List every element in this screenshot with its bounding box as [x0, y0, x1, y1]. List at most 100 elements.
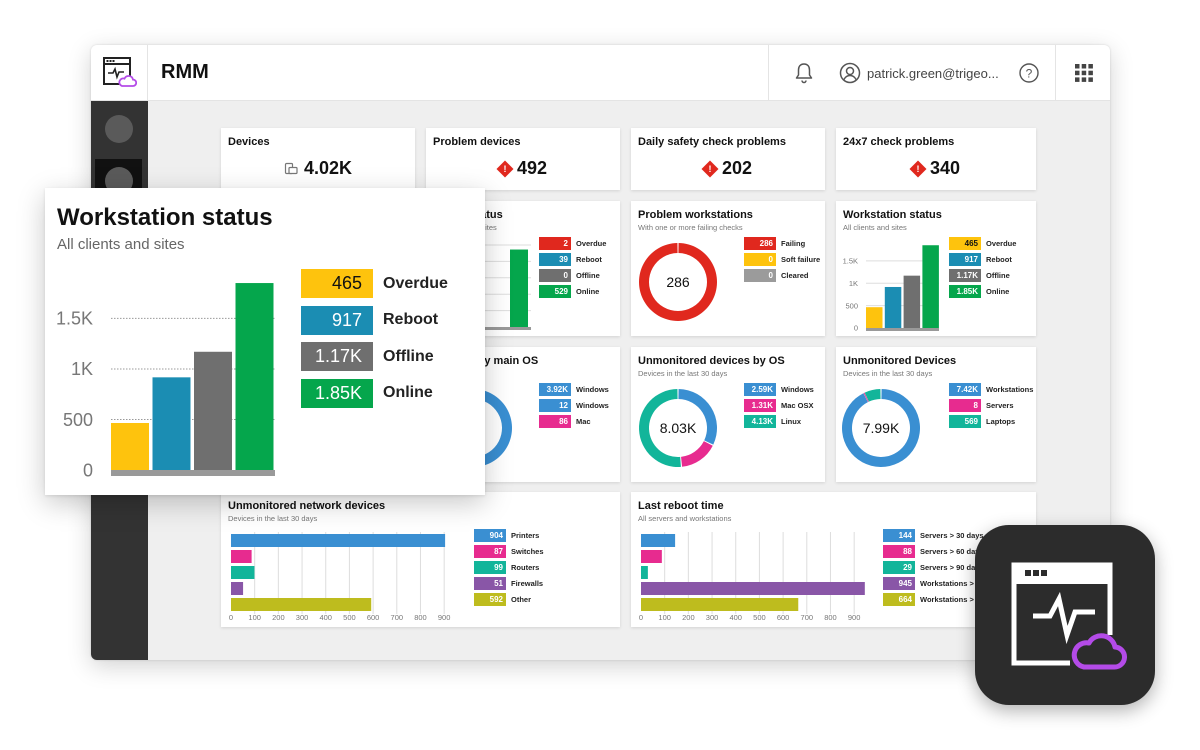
legend-item[interactable]: 2.59K Windows	[744, 383, 814, 396]
overlay-subtitle: All clients and sites	[57, 236, 185, 253]
legend-value: 12	[539, 399, 571, 412]
bar-firewalls[interactable]	[231, 582, 244, 595]
donut-slice-0[interactable]	[678, 389, 717, 445]
x-axis-base	[111, 470, 275, 476]
legend-item[interactable]: 917 Reboot	[949, 253, 1016, 266]
unmonitored-devices-donut: 7.99K	[842, 389, 920, 467]
legend-item[interactable]: 465 Overdue	[301, 269, 448, 298]
legend-item[interactable]: 87 Switches	[474, 545, 544, 558]
legend-label: Mac OSX	[781, 401, 814, 410]
kpi-title: Daily safety check problems	[638, 136, 786, 148]
legend-item[interactable]: 904 Printers	[474, 529, 544, 542]
legend-label: Overdue	[576, 239, 607, 248]
legend-item[interactable]: 0 Soft failure	[744, 253, 820, 266]
card-subtitle: Devices in the last 30 days	[843, 369, 933, 378]
app-launcher-button[interactable]	[1074, 63, 1094, 88]
legend-item[interactable]: 0 Cleared	[744, 269, 820, 282]
legend-item[interactable]: 1.85K Online	[301, 378, 448, 408]
donut-center-label: 286	[666, 274, 690, 290]
legend-value: 917	[301, 305, 373, 335]
legend-label: Reboot	[986, 255, 1012, 264]
bar-printers[interactable]	[231, 534, 446, 547]
x-tick-label: 900	[438, 613, 451, 622]
legend-item[interactable]: 4.13K Linux	[744, 415, 814, 428]
legend-value: 664	[883, 593, 915, 606]
overlay-title: Workstation status	[57, 204, 273, 231]
legend-value: 1.85K	[301, 378, 373, 408]
card-subtitle: Devices in the last 30 days	[638, 369, 728, 378]
bar-online[interactable]	[235, 283, 274, 470]
x-tick-label: 800	[414, 613, 427, 622]
bar-servers-60-days[interactable]	[641, 550, 662, 563]
legend-value: 1.17K	[949, 269, 981, 282]
legend-item[interactable]: 286 Failing	[744, 237, 820, 250]
bar-reboot[interactable]	[152, 377, 191, 470]
unmonitored-devices-card[interactable]: Unmonitored Devices Devices in the last …	[836, 347, 1036, 482]
bar-overdue[interactable]	[111, 423, 149, 470]
kpi-card-problem-devices[interactable]: Problem devices ! 492	[426, 128, 620, 190]
card-title: Unmonitored devices by OS	[638, 355, 785, 367]
legend-item[interactable]: 465 Overdue	[949, 237, 1016, 250]
legend-item[interactable]: 0 Offline	[539, 269, 606, 282]
legend-label: Online	[986, 287, 1010, 296]
problem-workstations-card[interactable]: Problem workstations With one or more fa…	[631, 201, 825, 336]
legend-item[interactable]: 917 Reboot	[301, 305, 448, 335]
bar-online[interactable]	[922, 245, 939, 328]
legend-item[interactable]: 99 Routers	[474, 561, 544, 574]
unmonitored-by-os-card[interactable]: Unmonitored devices by OS Devices in the…	[631, 347, 825, 482]
workstation-status-card[interactable]: Workstation status All clients and sites…	[836, 201, 1036, 336]
user-menu[interactable]: patrick.green@trigeo...	[839, 62, 999, 84]
legend-item[interactable]: 2 Overdue	[539, 237, 606, 250]
y-tick-label: 1K	[71, 359, 93, 379]
legend-value: 86	[539, 415, 571, 428]
legend-item[interactable]: 3.92K Windows	[539, 383, 609, 396]
bar-workstations-90-days[interactable]	[641, 598, 799, 611]
legend-item[interactable]: 86 Mac	[539, 415, 609, 428]
bar-servers-30-days[interactable]	[641, 534, 676, 547]
app-logo[interactable]	[91, 45, 148, 101]
bar-overdue[interactable]	[866, 307, 883, 328]
legend-item[interactable]: 8 Servers	[949, 399, 1033, 412]
bar-routers[interactable]	[231, 566, 255, 579]
bell-icon	[795, 63, 813, 84]
notifications-button[interactable]	[794, 62, 814, 89]
bar-switches[interactable]	[231, 550, 252, 563]
network-devices-card[interactable]: Unmonitored network devices Devices in t…	[221, 492, 620, 627]
x-tick-label: 300	[296, 613, 309, 622]
legend-item[interactable]: 51 Firewalls	[474, 577, 544, 590]
x-tick-label: 700	[391, 613, 404, 622]
kpi-title: 24x7 check problems	[843, 136, 955, 148]
legend-label: Offline	[576, 271, 600, 280]
workstation-status-big-legend: 465 Overdue 917 Reboot 1.17K Offline 1.85K Onli…	[301, 269, 448, 415]
devices-by-os-legend: 3.92K Windows 12 Windows 86 Mac	[539, 383, 609, 431]
bar-other[interactable]	[231, 598, 372, 611]
legend-item[interactable]: 39 Reboot	[539, 253, 606, 266]
legend-value: 88	[883, 545, 915, 558]
legend-item[interactable]: 1.17K Offline	[949, 269, 1016, 282]
help-button[interactable]: ?	[1018, 62, 1040, 89]
warning-icon: !	[701, 160, 719, 177]
legend-item[interactable]: 592 Other	[474, 593, 544, 606]
legend-item[interactable]: 1.85K Online	[949, 285, 1016, 298]
legend-value: 7.42K	[949, 383, 981, 396]
bar-online[interactable]	[510, 249, 528, 327]
bar-reboot[interactable]	[884, 286, 902, 328]
legend-item[interactable]: 1.17K Offline	[301, 342, 448, 371]
bar-offline[interactable]	[194, 351, 232, 470]
legend-label: Printers	[511, 531, 540, 540]
legend-item[interactable]: 529 Online	[539, 285, 606, 298]
bar-workstations-60-days[interactable]	[641, 582, 865, 595]
kpi-card-daily-safety[interactable]: Daily safety check problems ! 202	[631, 128, 825, 190]
x-tick-label: 600	[367, 613, 380, 622]
legend-item[interactable]: 12 Windows	[539, 399, 609, 412]
bar-servers-90-days[interactable]	[641, 566, 648, 579]
bar-offline[interactable]	[903, 275, 921, 328]
legend-item[interactable]: 1.31K Mac OSX	[744, 399, 814, 412]
donut-slice-1[interactable]	[681, 441, 713, 467]
sidebar-item-1[interactable]	[95, 107, 142, 151]
kpi-card-24x7[interactable]: 24x7 check problems ! 340	[836, 128, 1036, 190]
legend-value: 904	[474, 529, 506, 542]
legend-item[interactable]: 7.42K Workstations	[949, 383, 1033, 396]
legend-item[interactable]: 569 Laptops	[949, 415, 1033, 428]
kpi-card-devices[interactable]: Devices 4.02K	[221, 128, 415, 190]
